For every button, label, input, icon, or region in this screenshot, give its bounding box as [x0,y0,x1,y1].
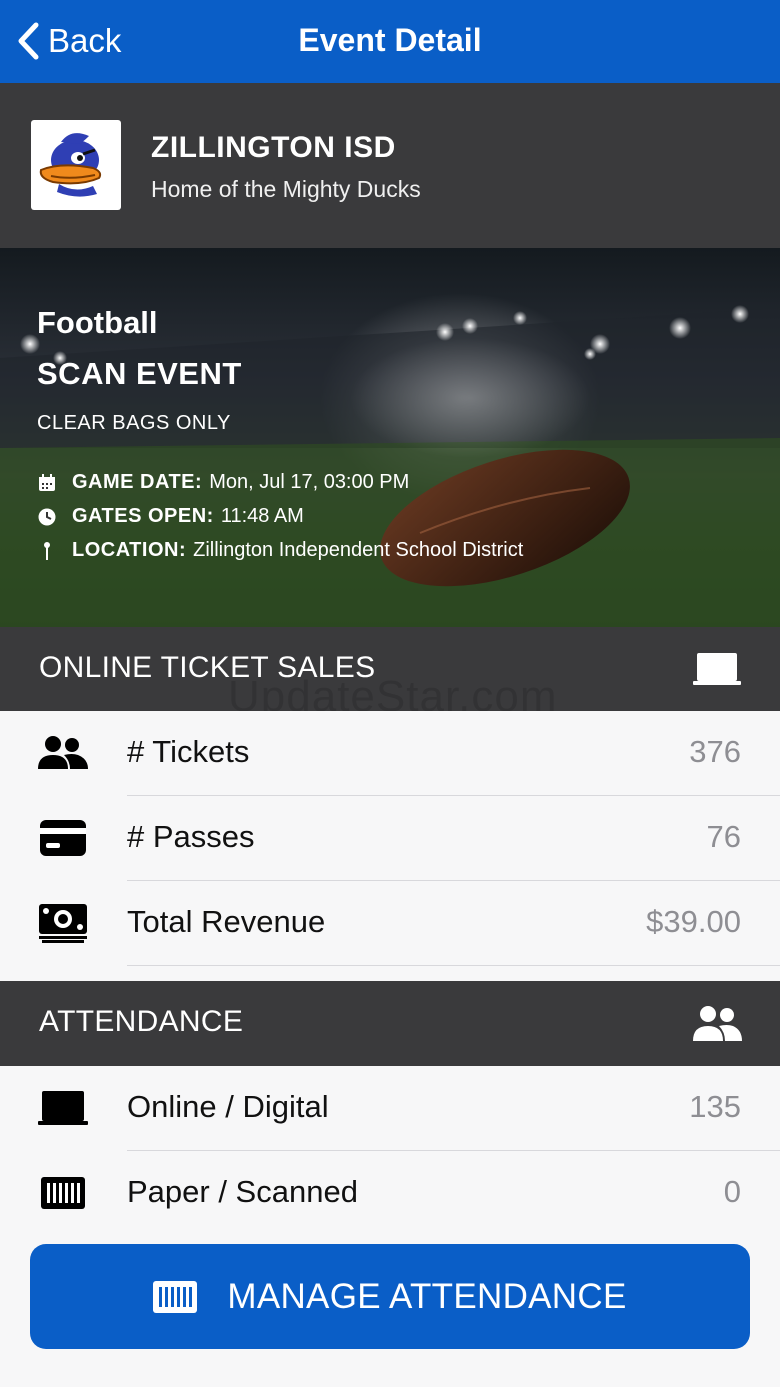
row-value: 135 [689,1089,741,1124]
location-label: LOCATION: [72,539,187,561]
attendance-header: ATTENDANCE [0,981,780,1066]
list-item-tickets[interactable]: # Tickets 376 [0,711,780,796]
section-title: ATTENDANCE [39,1005,244,1038]
list-item-passes[interactable]: # Passes 76 [0,796,780,881]
list-item-total-revenue[interactable]: Total Revenue $39.00 [0,881,780,966]
game-date-value: Mon, Jul 17, 03:00 PM [209,471,410,493]
section-title: ONLINE TICKET SALES [39,651,376,684]
calendar-icon [37,473,57,493]
event-type: SCAN EVENT [37,356,242,391]
clock-icon [37,507,57,527]
barcode-icon [153,1280,198,1313]
card-icon [38,816,88,860]
page-title: Event Detail [298,22,482,58]
game-date-label: GAME DATE: [72,471,203,493]
location-value: Zillington Independent School District [193,539,524,561]
money-icon [38,901,88,945]
users-icon [693,1006,742,1041]
row-label: Total Revenue [127,904,326,939]
row-label: # Passes [127,819,255,854]
game-date-row: GAME DATE: Mon, Jul 17, 03:00 PM [37,471,409,494]
gates-open-row: GATES OPEN: 11:48 AM [37,505,304,528]
row-label: Paper / Scanned [127,1174,358,1209]
org-header: ZILLINGTON ISD Home of the Mighty Ducks [0,83,780,248]
divider [127,965,780,966]
row-value: 76 [706,819,741,854]
event-note: CLEAR BAGS ONLY [37,412,231,434]
event-hero: Football SCAN EVENT CLEAR BAGS ONLY GAME… [0,248,780,627]
users-icon [38,731,88,775]
location-row: LOCATION: Zillington Independent School … [37,539,523,562]
laptop-icon [693,653,741,685]
event-sport: Football [37,305,158,340]
manage-attendance-label: MANAGE ATTENDANCE [227,1276,627,1316]
row-value: 0 [723,1174,741,1209]
gates-open-label: GATES OPEN: [72,505,214,527]
row-label: Online / Digital [127,1089,329,1124]
row-value: 376 [689,734,741,769]
row-label: # Tickets [127,734,250,769]
row-value: $39.00 [646,904,741,939]
list-item-online-digital[interactable]: Online / Digital 135 [0,1066,780,1151]
map-pin-icon [37,541,57,561]
org-name: ZILLINGTON ISD [151,131,396,164]
barcode-icon [38,1171,88,1215]
online-ticket-sales-header: ONLINE TICKET SALES [0,627,780,712]
laptop-icon [38,1086,88,1130]
nav-bar: Back Event Detail [0,0,780,83]
gates-open-value: 11:48 AM [220,505,304,527]
manage-attendance-button[interactable]: MANAGE ATTENDANCE [30,1244,750,1349]
duck-logo-icon [31,120,121,210]
org-subtitle: Home of the Mighty Ducks [151,176,421,202]
